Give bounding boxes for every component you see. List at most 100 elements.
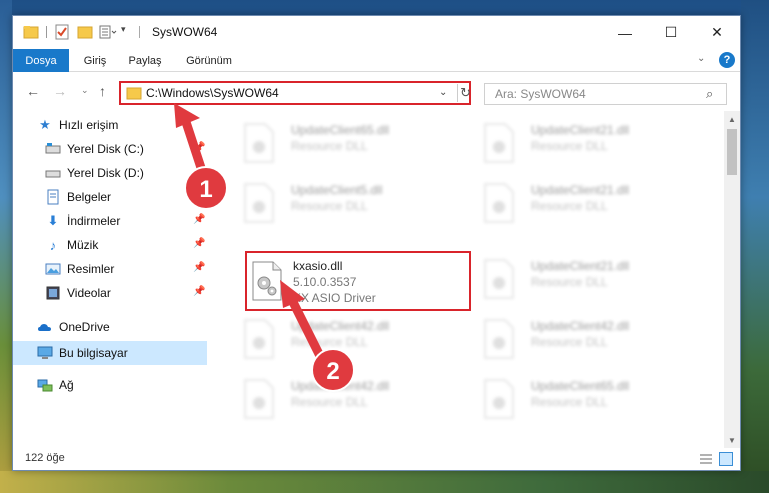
minimize-button[interactable]: — [602, 16, 648, 49]
file-name: UpdateClient42.dll [531, 319, 630, 333]
pin-icon[interactable]: 📌 [193, 262, 205, 273]
pin-icon[interactable]: 📌 [193, 238, 205, 249]
tab-file[interactable]: Dosya [13, 49, 69, 72]
pin-icon[interactable]: 📌 [193, 142, 205, 153]
ribbon-expand-chevron-icon[interactable]: ⌄ [697, 53, 705, 64]
help-icon[interactable]: ? [719, 52, 735, 68]
file-tile[interactable]: UpdateClient42.dll Resource DLL [473, 311, 703, 367]
new-folder-icon[interactable] [77, 24, 93, 40]
sidebar-item-local-disk-c[interactable]: Yerel Disk (C:) 📌 [13, 137, 207, 161]
sidebar-item-documents[interactable]: Belgeler 📌 [13, 185, 207, 209]
pin-icon[interactable]: 📌 [193, 190, 205, 201]
tiles-view-icon[interactable] [719, 452, 733, 466]
ribbon-tabs: Dosya Giriş Paylaş Görünüm ⌄ ? [13, 49, 740, 72]
item-count: 122 öğe [25, 452, 65, 464]
sidebar-item-pictures[interactable]: Resimler 📌 [13, 257, 207, 281]
search-icon[interactable]: ⌕ [706, 86, 713, 102]
tab-home[interactable]: Giriş [76, 49, 114, 72]
scroll-down-arrow-icon[interactable]: ▼ [724, 432, 740, 448]
address-dropdown-icon[interactable]: ⌄ [439, 87, 447, 98]
music-icon: ♪ [49, 237, 57, 253]
pin-icon[interactable]: 📌 [193, 214, 205, 225]
vertical-scrollbar[interactable]: ▲ ▼ [724, 111, 740, 448]
tab-share[interactable]: Paylaş [119, 49, 171, 72]
search-input[interactable]: Ara: SysWOW64 [495, 87, 586, 101]
sidebar-item-network[interactable]: Ağ [13, 373, 207, 397]
cloud-icon [38, 324, 51, 331]
back-arrow-icon[interactable]: ← [26, 83, 40, 99]
address-path: C:\Windows\SysWOW64 [146, 86, 279, 100]
sidebar-item-quick-access[interactable]: ★ Hızlı erişim [13, 113, 207, 137]
file-tile[interactable]: UpdateClient21.dll Resource DLL [473, 251, 703, 307]
recent-locations-chevron-icon[interactable]: ⌄ [81, 85, 89, 96]
pin-icon[interactable]: 📌 [193, 286, 205, 297]
file-description: Resource DLL [531, 395, 608, 409]
sidebar-item-label: Videolar [67, 286, 111, 300]
file-tile[interactable]: UpdateClient5.dll Resource DLL [233, 175, 463, 231]
quick-access-separator [46, 26, 47, 38]
dll-file-icon [244, 183, 274, 223]
folder-icon [23, 26, 39, 39]
quick-access-dropdown-icon[interactable]: ▾ [121, 24, 126, 40]
sidebar-item-local-disk-d[interactable]: Yerel Disk (D:) [13, 161, 207, 185]
close-button[interactable]: ✕ [694, 16, 740, 49]
file-description: Resource DLL [291, 199, 368, 213]
details-view-icon[interactable] [699, 452, 713, 466]
dll-file-icon [244, 319, 274, 359]
file-description: Resource DLL [531, 139, 608, 153]
dll-file-icon [244, 123, 274, 163]
file-name: UpdateClient21.dll [531, 183, 630, 197]
file-name: UpdateClient42.dll [291, 319, 390, 333]
window-title: SysWOW64 [152, 25, 218, 39]
refresh-icon[interactable]: ↻ [457, 84, 471, 102]
desktop-background-left [0, 0, 12, 493]
file-description: Resource DLL [531, 335, 608, 349]
sidebar-item-this-pc[interactable]: Bu bilgisayar [13, 341, 207, 365]
sidebar-item-onedrive[interactable]: OneDrive [13, 315, 207, 339]
file-tile[interactable]: UpdateClient65.dll Resource DLL [233, 115, 463, 171]
file-list: UpdateClient65.dll Resource DLL UpdateCl… [223, 111, 723, 448]
search-box[interactable]: Ara: SysWOW64 ⌕ [484, 83, 727, 105]
file-tile[interactable]: UpdateClient65.dll Resource DLL [473, 371, 703, 427]
file-description: Resource DLL [291, 139, 368, 153]
scroll-up-arrow-icon[interactable]: ▲ [724, 111, 740, 127]
file-tile[interactable]: UpdateClient21.dll Resource DLL [473, 175, 703, 231]
sidebar-item-label: Belgeler [67, 190, 112, 204]
download-icon: ⬇ [47, 213, 59, 228]
document-icon [47, 189, 59, 205]
file-description: KX ASIO Driver [293, 291, 376, 305]
file-tile-kxasio[interactable]: kxasio.dll 5.10.0.3537 KX ASIO Driver [245, 251, 471, 311]
dll-file-icon [244, 379, 274, 419]
folder-icon [126, 87, 142, 100]
sidebar-item-videos[interactable]: Videolar 📌 [13, 281, 207, 305]
tab-view[interactable]: Görünüm [179, 49, 239, 72]
file-name: UpdateClient21.dll [531, 123, 630, 137]
file-tile[interactable]: UpdateClient21.dll Resource DLL [473, 115, 703, 171]
star-icon: ★ [39, 117, 51, 132]
computer-icon [37, 346, 53, 359]
desktop-background-right [741, 0, 769, 493]
sidebar-item-label: Resimler [67, 262, 115, 276]
up-arrow-icon[interactable]: ↑ [99, 83, 106, 99]
sidebar-item-label: Müzik [67, 238, 99, 252]
file-name: UpdateClient21.dll [531, 259, 630, 273]
status-bar: 122 öğe [13, 448, 740, 470]
file-tile[interactable]: UpdateClient42.dll Resource DLL [233, 371, 463, 427]
scroll-thumb[interactable] [727, 129, 737, 175]
dll-file-icon [484, 259, 514, 299]
dll-file-icon [484, 379, 514, 419]
explorer-window: ▾ SysWOW64 — ☐ ✕ Dosya Giriş Paylaş Görü… [12, 15, 741, 471]
file-description: Resource DLL [531, 199, 608, 213]
file-tile[interactable]: UpdateClient42.dll Resource DLL [233, 311, 463, 367]
pictures-icon [45, 263, 61, 275]
maximize-button[interactable]: ☐ [648, 16, 694, 49]
desktop-background-bottom [0, 471, 769, 493]
navigation-pane: ★ Hızlı erişim Yerel Disk (C:) 📌 Yerel D… [13, 111, 207, 448]
sidebar-item-music[interactable]: ♪ Müzik 📌 [13, 233, 207, 257]
file-name: UpdateClient42.dll [291, 379, 390, 393]
sidebar-item-downloads[interactable]: ⬇ İndirmeler 📌 [13, 209, 207, 233]
address-bar[interactable]: C:\Windows\SysWOW64 ⌄ ↻ [119, 81, 471, 105]
forward-arrow-icon[interactable]: → [53, 83, 67, 99]
properties-check-icon[interactable] [55, 24, 69, 40]
customize-icon[interactable] [99, 24, 117, 40]
